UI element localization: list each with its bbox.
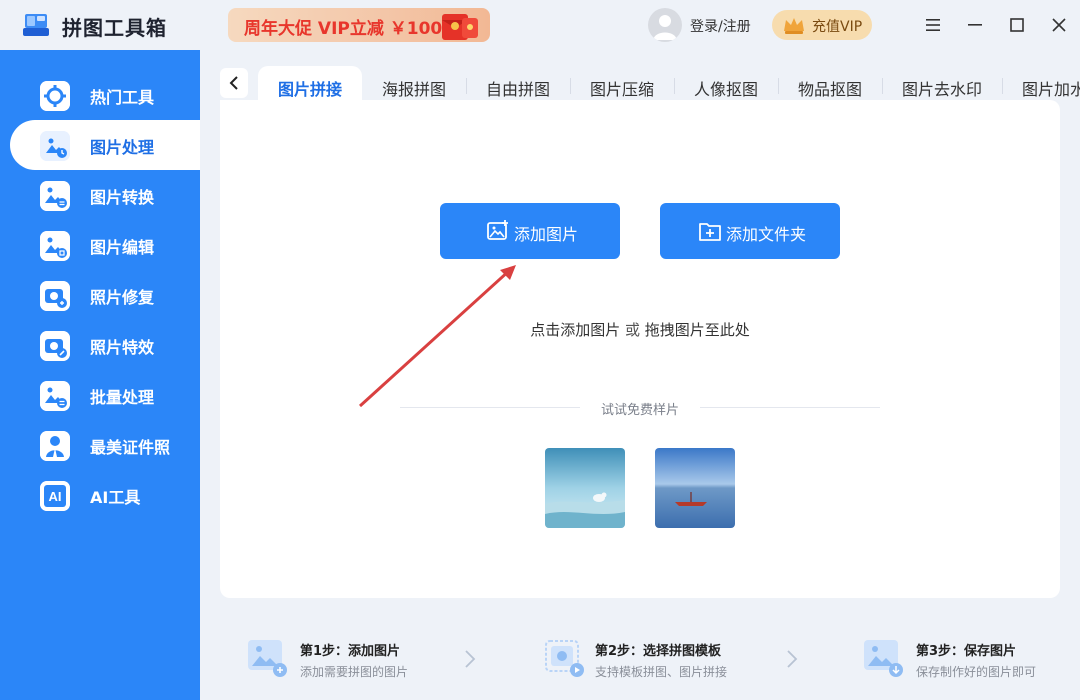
step-2-desc: 支持模板拼图、图片拼接 <box>595 665 728 679</box>
sidebar-item-photo-repair[interactable]: 照片修复 <box>0 270 200 320</box>
divider-left <box>400 407 580 408</box>
steps-footer: 第1步：添加图片 添加需要拼图的图片 第2步：选择拼图模板 支持模板拼图、图片拼… <box>200 620 1080 700</box>
sidebar-item-label: 最美证件照 <box>90 438 171 457</box>
add-folder-icon <box>699 223 721 241</box>
boat-sample-icon <box>655 448 735 528</box>
tab-image-compress[interactable]: 图片压缩 <box>590 66 654 102</box>
add-image-button[interactable]: 添加图片 <box>440 203 620 259</box>
polar-bear-sample-icon <box>545 448 625 528</box>
sidebar-item-label: 图片处理 <box>90 138 155 157</box>
sidebar: 热门工具 图片处理 图片转换 图片编辑 照片修复 照片特效 批量处理 最美证件照… <box>0 50 200 700</box>
id-photo-icon <box>40 431 70 461</box>
sidebar-item-label: 照片特效 <box>90 338 155 357</box>
tab-separator <box>466 78 467 94</box>
app-logo-icon <box>23 14 49 36</box>
step-template-icon <box>545 640 584 677</box>
sidebar-item-ai-tools[interactable]: AI AI工具 <box>0 470 200 520</box>
tab-add-watermark[interactable]: 图片加水 <box>1022 66 1080 102</box>
sample-label: 试试免费样片 <box>600 403 679 418</box>
sidebar-item-photo-effects[interactable]: 照片特效 <box>0 320 200 370</box>
image-process-icon <box>40 131 70 161</box>
close-icon <box>1052 18 1066 32</box>
hint-drag-text: 拖拽图片至此处 <box>644 321 750 339</box>
chevron-left-icon <box>229 76 238 90</box>
tab-object-cutout[interactable]: 物品抠图 <box>798 66 862 102</box>
batch-process-icon <box>40 381 70 411</box>
tab-separator <box>570 78 571 94</box>
maximize-icon <box>1010 18 1024 32</box>
tab-poster-collage[interactable]: 海报拼图 <box>382 66 446 102</box>
sidebar-item-image-edit[interactable]: 图片编辑 <box>0 220 200 270</box>
tab-separator <box>778 78 779 94</box>
maximize-button[interactable] <box>1004 12 1030 38</box>
sidebar-item-label: AI工具 <box>90 488 141 507</box>
step-1-title: 第1步：添加图片 <box>300 644 401 659</box>
menu-button[interactable] <box>920 12 946 38</box>
hot-tools-icon <box>40 81 70 111</box>
tab-image-stitch[interactable]: 图片拼接 <box>258 66 362 102</box>
step-1-desc: 添加需要拼图的图片 <box>300 665 409 679</box>
user-avatar[interactable] <box>648 8 682 42</box>
recharge-vip-button[interactable]: 充值VIP <box>772 10 872 40</box>
close-button[interactable] <box>1046 12 1072 38</box>
login-register-link[interactable]: 登录/注册 <box>690 16 751 36</box>
minimize-button[interactable] <box>962 12 988 38</box>
step-3-title: 第3步：保存图片 <box>916 644 1017 659</box>
divider-right <box>700 407 880 408</box>
sidebar-item-label: 热门工具 <box>90 88 155 107</box>
sidebar-item-label: 图片编辑 <box>90 238 155 257</box>
sidebar-item-image-convert[interactable]: 图片转换 <box>0 170 200 220</box>
image-edit-icon <box>40 231 70 261</box>
vip-label: 充值VIP <box>812 19 863 35</box>
chevron-right-icon <box>787 650 798 668</box>
drop-hint: 点击添加图片 或 拖拽图片至此处 <box>220 319 1060 340</box>
sidebar-item-id-photo[interactable]: 最美证件照 <box>0 420 200 470</box>
app-title: 拼图工具箱 <box>62 16 167 40</box>
sidebar-item-image-process[interactable]: 图片处理 <box>10 120 200 170</box>
sample-image-boat[interactable] <box>655 448 735 528</box>
crown-icon <box>784 18 804 34</box>
title-bar: 拼图工具箱 周年大促 VIP立减 ￥100 登录/注册 充值VIP <box>0 0 1080 50</box>
sidebar-item-hot-tools[interactable]: 热门工具 <box>0 70 200 120</box>
step-3-desc: 保存制作好的图片即可 <box>916 665 1037 679</box>
hamburger-icon <box>926 19 940 31</box>
sidebar-item-label: 照片修复 <box>90 288 155 307</box>
tab-portrait-cutout[interactable]: 人像抠图 <box>694 66 758 102</box>
add-image-icon <box>487 220 508 240</box>
sidebar-item-batch-process[interactable]: 批量处理 <box>0 370 200 420</box>
promo-text: 周年大促 VIP立减 ￥100 <box>244 19 443 39</box>
sidebar-item-label: 图片转换 <box>90 188 155 207</box>
add-image-label: 添加图片 <box>514 225 579 244</box>
chevron-right-icon <box>465 650 476 668</box>
promo-banner[interactable]: 周年大促 VIP立减 ￥100 <box>228 8 490 42</box>
sidebar-item-label: 批量处理 <box>90 388 155 407</box>
ai-tools-icon: AI <box>40 481 70 511</box>
svg-text:AI: AI <box>49 489 62 504</box>
tab-remove-watermark[interactable]: 图片去水印 <box>902 66 982 102</box>
tab-bar: 图片拼接 海报拼图 自由拼图 图片压缩 人像抠图 物品抠图 图片去水印 图片加水 <box>258 66 1080 102</box>
image-convert-icon <box>40 181 70 211</box>
step-add-image-icon <box>248 640 287 677</box>
red-envelope-icon <box>442 14 478 40</box>
minimize-icon <box>968 24 982 26</box>
step-2-title: 第2步：选择拼图模板 <box>595 644 722 659</box>
hint-click-text: 点击添加图片 <box>530 321 621 339</box>
user-icon <box>653 15 677 40</box>
add-folder-label: 添加文件夹 <box>726 225 807 244</box>
tab-separator <box>1002 78 1003 94</box>
tab-separator <box>882 78 883 94</box>
add-folder-button[interactable]: 添加文件夹 <box>660 203 840 259</box>
hint-or-text: 或 <box>624 321 640 339</box>
step-save-image-icon <box>864 640 903 677</box>
back-button[interactable] <box>220 68 248 98</box>
photo-effects-icon <box>40 331 70 361</box>
photo-repair-icon <box>40 281 70 311</box>
drop-zone-panel[interactable]: 添加图片 添加文件夹 点击添加图片 或 拖拽图片至此处 试试免费样片 <box>220 100 1060 598</box>
sample-image-polar-bear[interactable] <box>545 448 625 528</box>
tab-free-collage[interactable]: 自由拼图 <box>486 66 550 102</box>
tab-separator <box>674 78 675 94</box>
